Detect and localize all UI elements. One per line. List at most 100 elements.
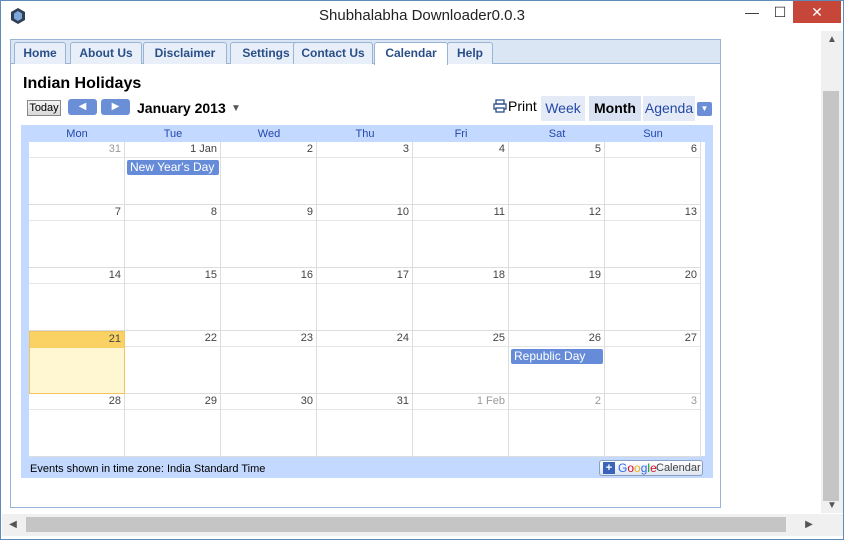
day-cell[interactable]: 6 [605,142,701,205]
day-number[interactable]: 31 [109,143,121,155]
day-number[interactable]: 10 [397,206,409,218]
day-number[interactable]: 28 [109,395,121,407]
day-cell[interactable]: 5 [509,142,605,205]
day-cell[interactable]: 24 [317,331,413,394]
day-number[interactable]: 24 [397,332,409,344]
day-number[interactable]: 11 [494,206,505,218]
day-number[interactable]: 14 [109,269,121,281]
horizontal-scroll-thumb[interactable] [26,517,786,532]
day-cell[interactable]: 12 [509,205,605,268]
day-number[interactable]: 25 [493,332,505,344]
day-number[interactable]: 9 [307,206,313,218]
day-number[interactable]: 27 [685,332,697,344]
day-number[interactable]: 1 Jan [190,143,217,155]
day-cell[interactable]: 15 [125,268,221,331]
day-cell[interactable]: 10 [317,205,413,268]
day-number[interactable]: 1 Feb [477,395,505,407]
day-number[interactable]: 5 [595,143,601,155]
month-picker-chevron-down-icon[interactable]: ▼ [231,103,241,114]
day-cell[interactable]: 4 [413,142,509,205]
day-cell[interactable]: 16 [221,268,317,331]
day-cell[interactable]: 11 [413,205,509,268]
day-number[interactable]: 29 [205,395,217,407]
day-cell[interactable]: 3 [605,394,701,457]
day-number[interactable]: 2 [595,395,601,407]
tab-settings[interactable]: Settings [230,42,302,64]
minimize-button[interactable]: — [739,1,765,23]
day-cell[interactable]: 25 [413,331,509,394]
day-cell[interactable]: 7 [29,205,125,268]
day-cell[interactable]: 23 [221,331,317,394]
day-number[interactable]: 22 [205,332,217,344]
tab-home[interactable]: Home [14,42,66,64]
day-cell[interactable]: 17 [317,268,413,331]
day-cell[interactable]: 22 [125,331,221,394]
scroll-up-icon[interactable]: ▲ [821,31,843,49]
tab-calendar[interactable]: Calendar [374,42,448,65]
day-cell-header: 2 [509,394,604,410]
vertical-scrollbar[interactable]: ▲ ▼ [821,31,843,513]
vertical-scroll-thumb[interactable] [823,91,839,501]
day-cell[interactable]: 8 [125,205,221,268]
horizontal-scrollbar[interactable]: ◀ ▶ [2,514,821,536]
day-number[interactable]: 4 [499,143,505,155]
day-cell[interactable]: 30 [221,394,317,457]
day-cell[interactable]: 2 [509,394,605,457]
scroll-down-icon[interactable]: ▼ [821,497,843,515]
view-month-tab[interactable]: Month [589,96,641,121]
prev-month-button[interactable]: ◀ [68,99,97,115]
view-menu-chevron-down-icon[interactable]: ▼ [697,102,712,116]
day-number[interactable]: 18 [493,269,505,281]
day-cell[interactable]: 19 [509,268,605,331]
day-cell[interactable]: 31 [29,142,125,205]
day-number[interactable]: 20 [685,269,697,281]
scroll-left-icon[interactable]: ◀ [4,514,22,536]
day-number[interactable]: 23 [301,332,313,344]
day-cell[interactable]: 18 [413,268,509,331]
day-cell[interactable]: 1 Feb [413,394,509,457]
day-cell[interactable]: 9 [221,205,317,268]
day-number[interactable]: 12 [589,206,601,218]
day-number[interactable]: 16 [301,269,313,281]
day-cell[interactable]: 28 [29,394,125,457]
day-cell[interactable]: 14 [29,268,125,331]
day-number[interactable]: 3 [691,395,697,407]
day-number[interactable]: 17 [397,269,409,281]
scroll-right-icon[interactable]: ▶ [800,514,818,536]
day-number[interactable]: 13 [685,206,697,218]
calendar-event[interactable]: Republic Day [511,349,603,364]
calendar-event[interactable]: New Year's Day [127,160,219,175]
tab-about-us[interactable]: About Us [70,42,142,64]
view-week-tab[interactable]: Week [541,96,585,121]
day-number[interactable]: 7 [115,206,121,218]
day-cell[interactable]: 29 [125,394,221,457]
day-cell-today[interactable]: 21 [29,331,125,394]
tab-contact-us[interactable]: Contact Us [293,42,373,64]
day-number[interactable]: 15 [205,269,217,281]
day-number[interactable]: 30 [301,395,313,407]
day-number[interactable]: 8 [211,206,217,218]
print-link[interactable]: Print [493,98,537,114]
next-month-button[interactable]: ▶ [101,99,130,115]
day-number[interactable]: 26 [589,332,601,344]
view-agenda-tab[interactable]: Agenda [643,96,695,121]
day-cell[interactable]: 31 [317,394,413,457]
tab-help[interactable]: Help [447,42,493,64]
maximize-button[interactable]: ☐ [767,1,793,23]
day-number[interactable]: 19 [589,269,601,281]
month-grid: 31 1 Jan 2 3 4 5 6 7 8 9 10 11 12 13 14 15 16 17 18 19 20 21 2… [29,142,705,457]
day-cell[interactable]: 2 [221,142,317,205]
day-number[interactable]: 6 [691,143,697,155]
day-number[interactable]: 21 [109,333,121,345]
day-cell[interactable]: 20 [605,268,701,331]
day-number[interactable]: 31 [397,395,409,407]
today-button[interactable]: Today [27,100,61,116]
tab-disclaimer[interactable]: Disclaimer [143,42,227,64]
day-cell[interactable]: 27 [605,331,701,394]
day-number[interactable]: 2 [307,143,313,155]
day-number[interactable]: 3 [403,143,409,155]
day-cell[interactable]: 13 [605,205,701,268]
day-cell[interactable]: 3 [317,142,413,205]
close-button[interactable]: ✕ [793,1,841,23]
add-to-google-calendar-button[interactable]: + Google Calendar [599,460,703,476]
